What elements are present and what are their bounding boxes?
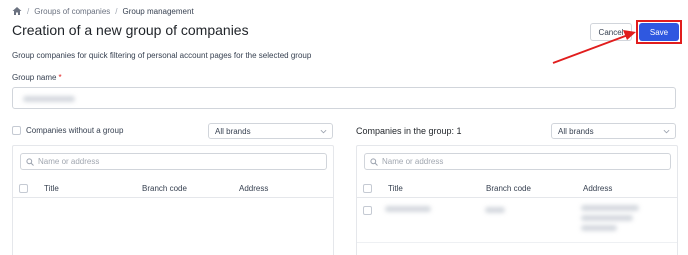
blurred-value	[23, 96, 75, 102]
group-companies-panel: Title Branch code Address	[356, 145, 678, 255]
select-all-checkbox[interactable]	[363, 184, 372, 193]
page-title: Creation of a new group of companies	[12, 22, 249, 38]
search-icon	[370, 157, 378, 166]
select-all-checkbox[interactable]	[19, 184, 28, 193]
column-branch-code[interactable]: Branch code	[486, 184, 531, 193]
group-name-input[interactable]	[12, 87, 676, 109]
required-mark: *	[58, 73, 62, 82]
row-checkbox[interactable]	[363, 206, 372, 215]
page-subtitle: Group companies for quick filtering of p…	[12, 51, 312, 60]
search-icon	[26, 157, 34, 166]
available-companies-panel: Title Branch code Address	[12, 145, 334, 255]
left-brand-select[interactable]: All brands	[208, 123, 333, 139]
blurred-address	[581, 225, 617, 231]
breadcrumb-separator: /	[115, 6, 118, 16]
right-brand-select[interactable]: All brands	[551, 123, 676, 139]
blurred-branch-code	[485, 207, 505, 213]
right-search-input[interactable]	[382, 157, 622, 166]
chevron-down-icon	[320, 129, 327, 134]
companies-without-group-toggle[interactable]: Companies without a group	[12, 126, 123, 135]
column-address[interactable]: Address	[239, 184, 268, 193]
left-search-input[interactable]	[38, 157, 278, 166]
breadcrumb-current: Group management	[122, 6, 194, 16]
blurred-title	[385, 206, 431, 212]
column-title[interactable]: Title	[388, 184, 403, 193]
home-icon[interactable]	[12, 6, 22, 16]
companies-in-group-title: Companies in the group: 1	[356, 126, 462, 136]
checkbox[interactable]	[12, 126, 21, 135]
column-title[interactable]: Title	[44, 184, 59, 193]
right-search-box[interactable]	[364, 153, 671, 170]
breadcrumb-separator: /	[27, 6, 30, 16]
chevron-down-icon	[663, 129, 670, 134]
breadcrumb-link-groups[interactable]: Groups of companies	[34, 7, 110, 16]
left-table-header: Title Branch code Address	[13, 179, 333, 198]
group-name-label-text: Group name	[12, 73, 57, 82]
breadcrumb: / Groups of companies / Group management	[12, 6, 194, 16]
right-brand-select-value: All brands	[558, 126, 594, 136]
cancel-button[interactable]: Cancel	[590, 23, 632, 41]
column-branch-code[interactable]: Branch code	[142, 184, 187, 193]
group-name-label: Group name *	[12, 73, 62, 82]
column-address[interactable]: Address	[583, 184, 612, 193]
annotation-highlight-box	[636, 20, 682, 44]
left-brand-select-value: All brands	[215, 126, 251, 136]
table-row[interactable]	[357, 199, 677, 243]
right-table-header: Title Branch code Address	[357, 179, 677, 198]
blurred-address	[581, 205, 639, 211]
blurred-address	[581, 215, 633, 221]
companies-without-group-label: Companies without a group	[26, 126, 124, 135]
left-search-box[interactable]	[20, 153, 327, 170]
